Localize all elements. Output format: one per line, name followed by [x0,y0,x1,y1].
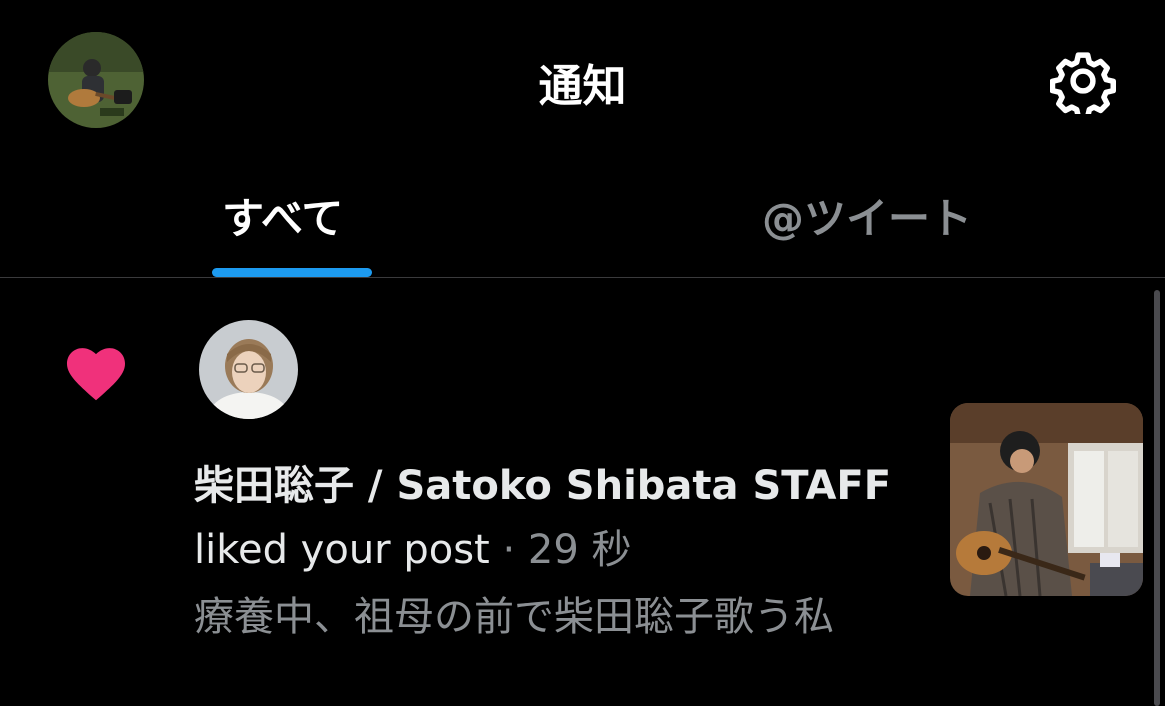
separator-dot: · [502,527,516,573]
notification-tabs: すべて @ツイート [0,150,1165,278]
notification-text: 柴田聡子 / Satoko Shibata STAFF liked your p… [194,454,894,582]
gear-icon [1049,52,1116,120]
actor-name[interactable]: 柴田聡子 / Satoko Shibata STAFF [194,463,891,509]
page-title: 通知 [538,61,627,112]
actor-avatar[interactable] [199,320,298,419]
user-avatar-icon [48,32,144,128]
settings-button[interactable] [1049,48,1116,120]
tab-all[interactable]: すべて [222,185,343,275]
scrollbar[interactable] [1154,290,1160,706]
tab-mentions[interactable]: @ツイート [762,185,972,275]
timestamp: 29 秒 [527,527,632,573]
actor-avatar-icon [199,320,298,419]
liked-post-text: 療養中、祖母の前で柴田聡子歌う私 [194,594,834,640]
heart-icon [62,340,130,402]
top-bar: 通知 [0,0,1165,150]
profile-avatar[interactable] [48,32,144,128]
post-media-thumbnail[interactable] [950,403,1143,596]
post-image [950,403,1143,596]
notification-item[interactable]: 柴田聡子 / Satoko Shibata STAFF liked your p… [0,278,1165,706]
notification-action: liked your post [194,527,490,573]
active-tab-indicator [212,268,372,277]
